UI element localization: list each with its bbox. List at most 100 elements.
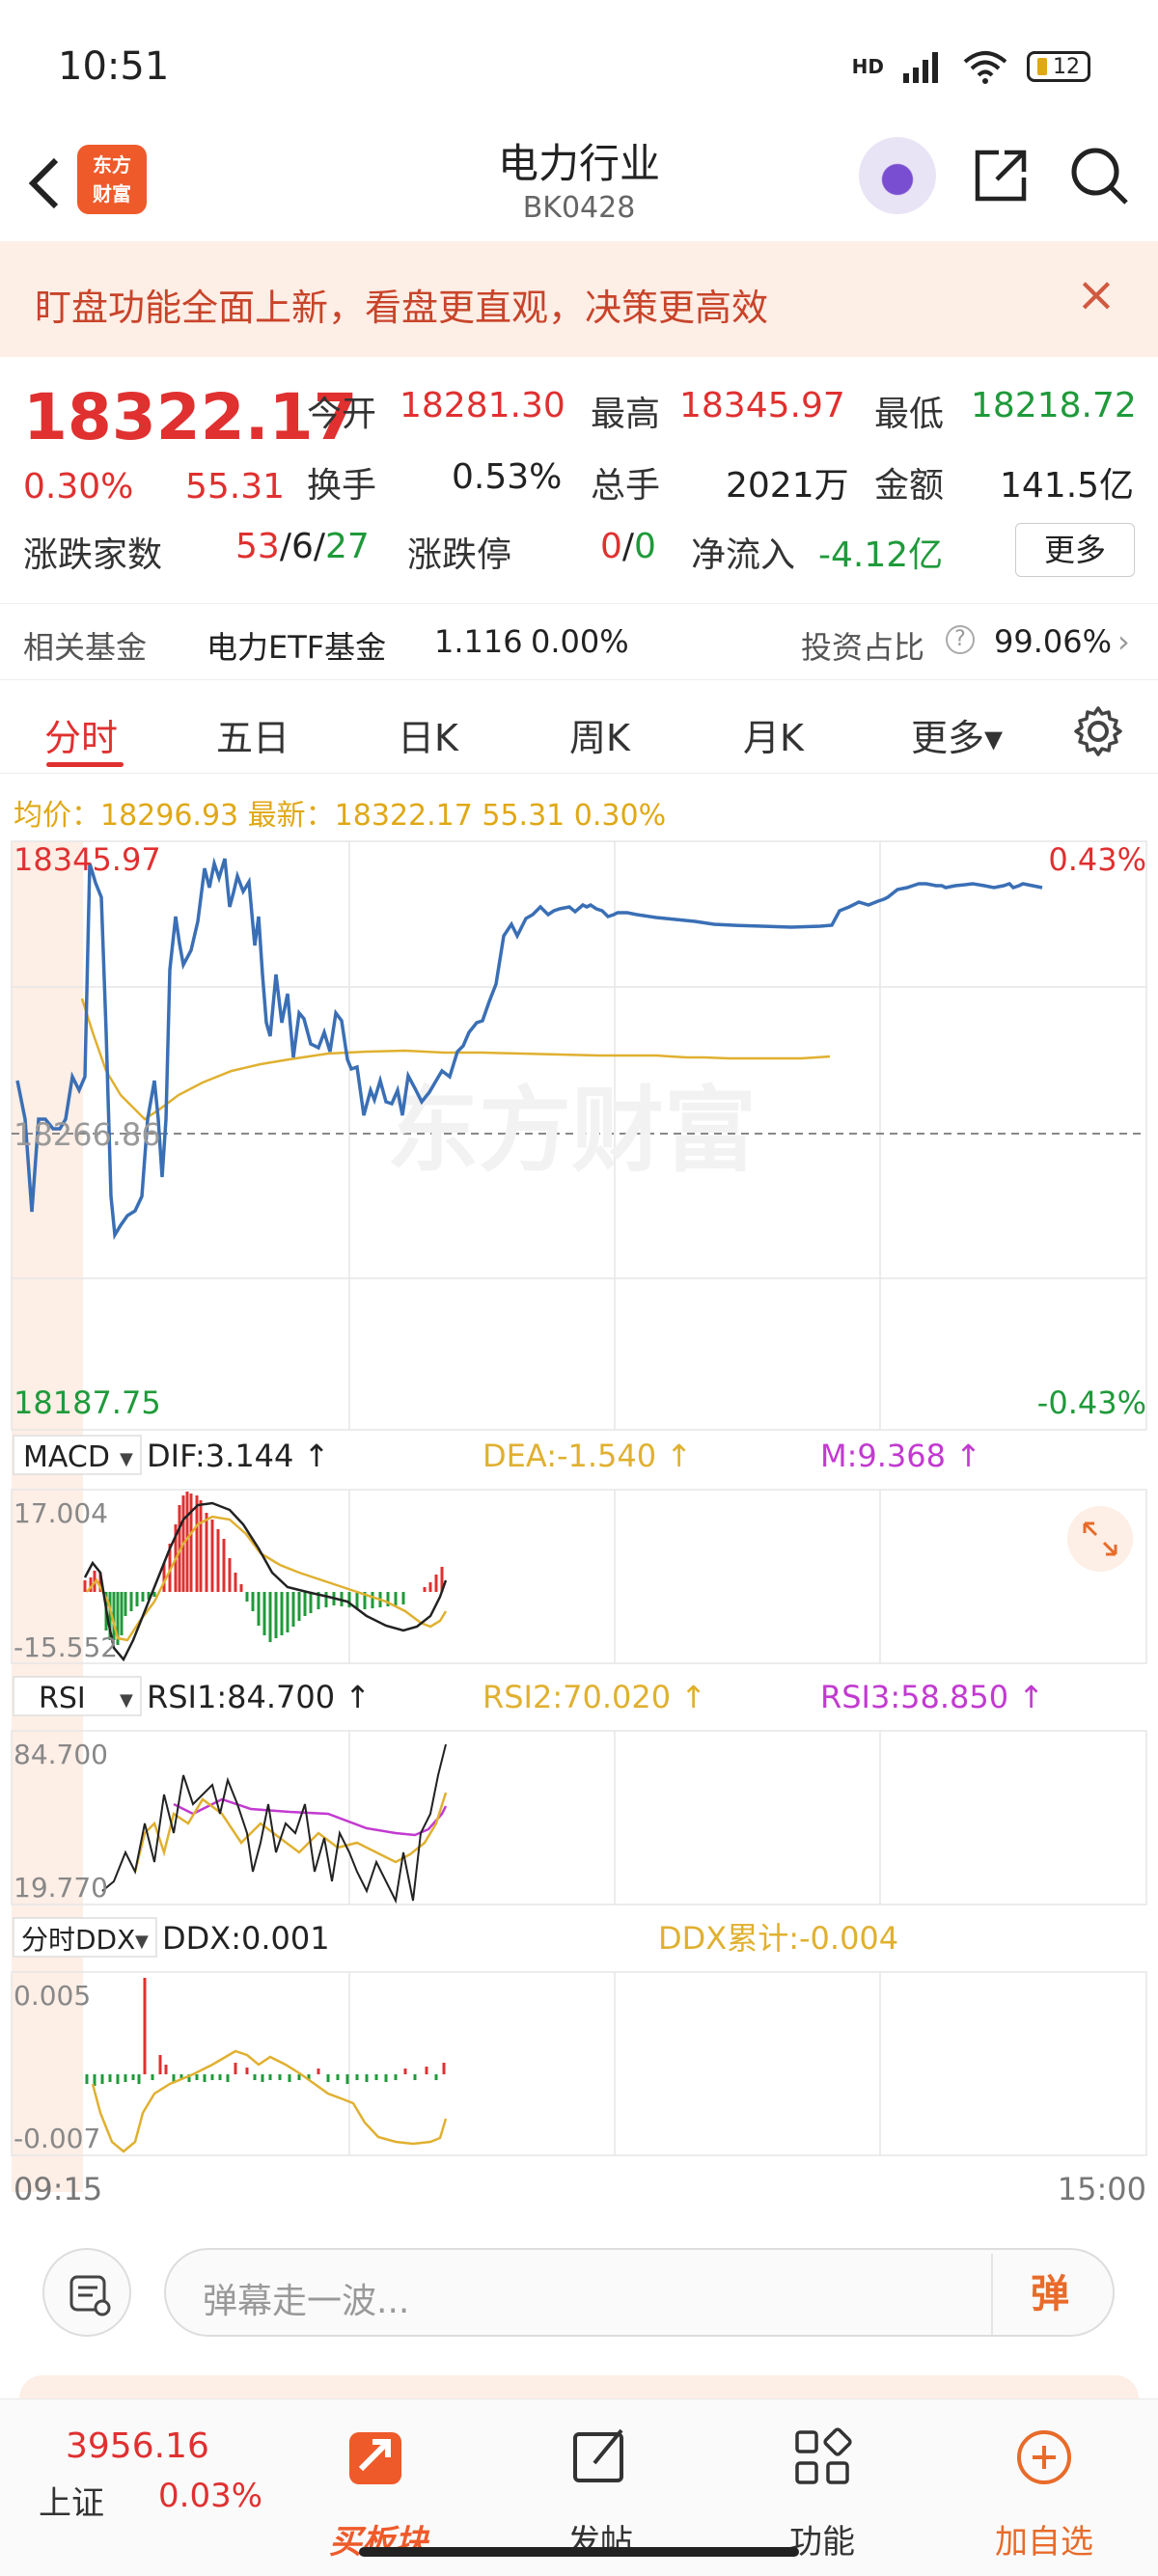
top-nav: 东方财富 电力行业 BK0428 [0, 125, 1158, 241]
dropdown-icon: ▼ [135, 1932, 149, 1952]
rsi-y-max: 84.700 [14, 1739, 108, 1770]
rsi-3-line [173, 1797, 448, 1837]
time-start-label: 09:15 [14, 2171, 102, 2207]
promo-banner[interactable]: 盯盘功能全面上新，看盘更直观，决策更高效 × [0, 241, 1158, 357]
ddx-value: DDX:0.001 [162, 1920, 330, 1957]
fund-price: 1.116 [434, 623, 523, 660]
turnover-label: 换手 [307, 466, 377, 506]
add-watchlist-label: 加自选 [995, 2523, 1093, 2562]
related-fund-row[interactable]: 相关基金 电力ETF基金 1.116 0.00% 投资占比 ? 99.06% › [0, 603, 1158, 680]
macd-y-max: 17.004 [14, 1497, 108, 1529]
intraday-info-line: 均价：18296.93 最新：18322.17 55.31 0.30% [14, 799, 667, 833]
battery-icon: 12 [1027, 51, 1090, 82]
macd-dea: DEA:-1.540 ↑ [482, 1438, 692, 1474]
status-bar: 10:51 HD 12 [0, 0, 1158, 125]
rsi-header: RSI ▼ RSI1:84.700 ↑ RSI2:70.020 ↑ RSI3:5… [13, 1676, 1044, 1716]
low-value: 18218.72 [971, 386, 1137, 425]
bottom-sheet-peek[interactable] [19, 2375, 1139, 2398]
volume-label: 总手 [591, 466, 661, 506]
amount-value: 141.5亿 [1000, 466, 1135, 506]
change-value: 55.31 [185, 467, 286, 507]
post-button[interactable]: 发帖 [523, 2419, 677, 2562]
macd-header: MACD ▼ DIF:3.144 ↑ DEA:-1.540 ↑ M:9.368 … [13, 1435, 981, 1475]
functions-button[interactable]: 功能 [745, 2419, 899, 2562]
open-value: 18281.30 [400, 386, 565, 425]
ddx-selector-label[interactable]: 分时DDX [21, 1924, 135, 1956]
tab-daily-k[interactable]: 日K [398, 708, 458, 761]
edit-icon [573, 2428, 623, 2482]
rsi-3: RSI3:58.850 ↑ [820, 1679, 1044, 1715]
index-ticker[interactable]: 3956.16 上证 0.03% [0, 2399, 290, 2576]
high-label: 最高 [591, 395, 661, 434]
battery-level: 12 [1053, 54, 1080, 79]
more-button[interactable]: 更多 [1015, 523, 1135, 577]
index-price: 3956.16 [66, 2426, 209, 2466]
banner-close-icon[interactable]: × [1076, 266, 1117, 322]
dropdown-icon: ▼ [120, 1449, 133, 1469]
index-percent: 0.03% [158, 2477, 263, 2515]
change-percent: 0.30% [23, 467, 134, 507]
grid-icon [795, 2427, 852, 2484]
share-icon [975, 150, 1027, 202]
y-axis-mid-label: 18266.86 [14, 1116, 161, 1153]
tab-weekly-k[interactable]: 周K [569, 708, 630, 761]
buy-sector-button[interactable]: 买板块 [301, 2419, 455, 2562]
watermark: 东方财富 [386, 1080, 757, 1183]
network-label: HD [851, 55, 884, 78]
macd-dif: DIF:3.144 ↑ [147, 1438, 329, 1474]
signal-icon [903, 52, 938, 83]
pct-axis-max-label: 0.43% [1048, 841, 1146, 878]
help-icon[interactable]: ? [946, 625, 975, 654]
time-end-label: 15:00 [1058, 2171, 1146, 2207]
fund-name[interactable]: 电力ETF基金 [207, 623, 386, 668]
expand-button[interactable] [1067, 1506, 1133, 1572]
breadth-label: 涨跌家数 [23, 535, 163, 575]
dropdown-icon: ▼ [120, 1690, 133, 1711]
ddx-grid [11, 1971, 1147, 2156]
ratio-label: 投资占比 [801, 629, 925, 666]
tab-monthly-k[interactable]: 月K [743, 708, 804, 761]
ddx-header: 分时DDX ▼ DDX:0.001 DDX累计:-0.004 [13, 1917, 898, 1958]
macd-grid [11, 1489, 1147, 1664]
low-label: 最低 [874, 395, 945, 434]
y-axis-max-label: 18345.97 [14, 841, 161, 878]
tab-five-day[interactable]: 五日 [216, 708, 290, 761]
rsi-selector-label[interactable]: RSI [39, 1682, 86, 1715]
active-tab-indicator [46, 762, 124, 767]
macd-selector-label[interactable]: MACD [23, 1440, 110, 1474]
limit-values: 0/0 [600, 527, 656, 566]
high-value: 18345.97 [679, 386, 845, 425]
comment-bar: 弹幕走一波... 弹 [0, 2229, 1158, 2354]
index-name: 上证 [39, 2484, 104, 2523]
search-button[interactable] [1066, 143, 1132, 208]
danmaku-send-button[interactable]: 弹 [991, 2254, 1107, 2335]
status-time: 10:51 [58, 44, 170, 89]
volume-value: 2021万 [726, 466, 849, 506]
turnover-value: 0.53% [452, 457, 563, 497]
tab-more[interactable]: 更多▾ [911, 708, 1003, 761]
settings-button[interactable] [1071, 704, 1125, 758]
ddx-y-max: 0.005 [14, 1980, 91, 2012]
open-label: 今开 [307, 395, 377, 434]
fund-label: 相关基金 [23, 629, 148, 666]
add-watchlist-button[interactable]: 加自选 [967, 2419, 1121, 2562]
ratio-value: 99.06% [994, 623, 1113, 660]
rsi-grid [11, 1730, 1147, 1905]
quote-panel: 18322.17 0.30% 55.31 今开 18281.30 最高 1834… [0, 367, 1158, 598]
home-indicator[interactable] [359, 2547, 799, 2557]
macd-m: M:9.368 ↑ [820, 1438, 981, 1474]
share-button[interactable] [970, 145, 1032, 206]
netflow-value: -4.12亿 [818, 535, 944, 575]
intraday-chart[interactable]: 东方财富 18345.97 18266.86 18187.75 0.43% -0… [0, 830, 1158, 2219]
assistant-robot-icon[interactable] [859, 137, 936, 214]
rsi-1: RSI1:84.700 ↑ [147, 1679, 371, 1715]
netflow-label: 净流入 [691, 535, 796, 575]
gear-icon [1074, 706, 1122, 756]
comment-settings-button[interactable] [42, 2248, 131, 2337]
pct-axis-min-label: -0.43% [1037, 1384, 1146, 1421]
ddx-bars [85, 1978, 446, 2086]
rsi-2-line [133, 1792, 448, 1873]
tab-intraday[interactable]: 分时 [44, 708, 118, 761]
danmaku-input[interactable]: 弹幕走一波... 弹 [164, 2248, 1115, 2337]
danmaku-settings-icon [69, 2275, 111, 2316]
